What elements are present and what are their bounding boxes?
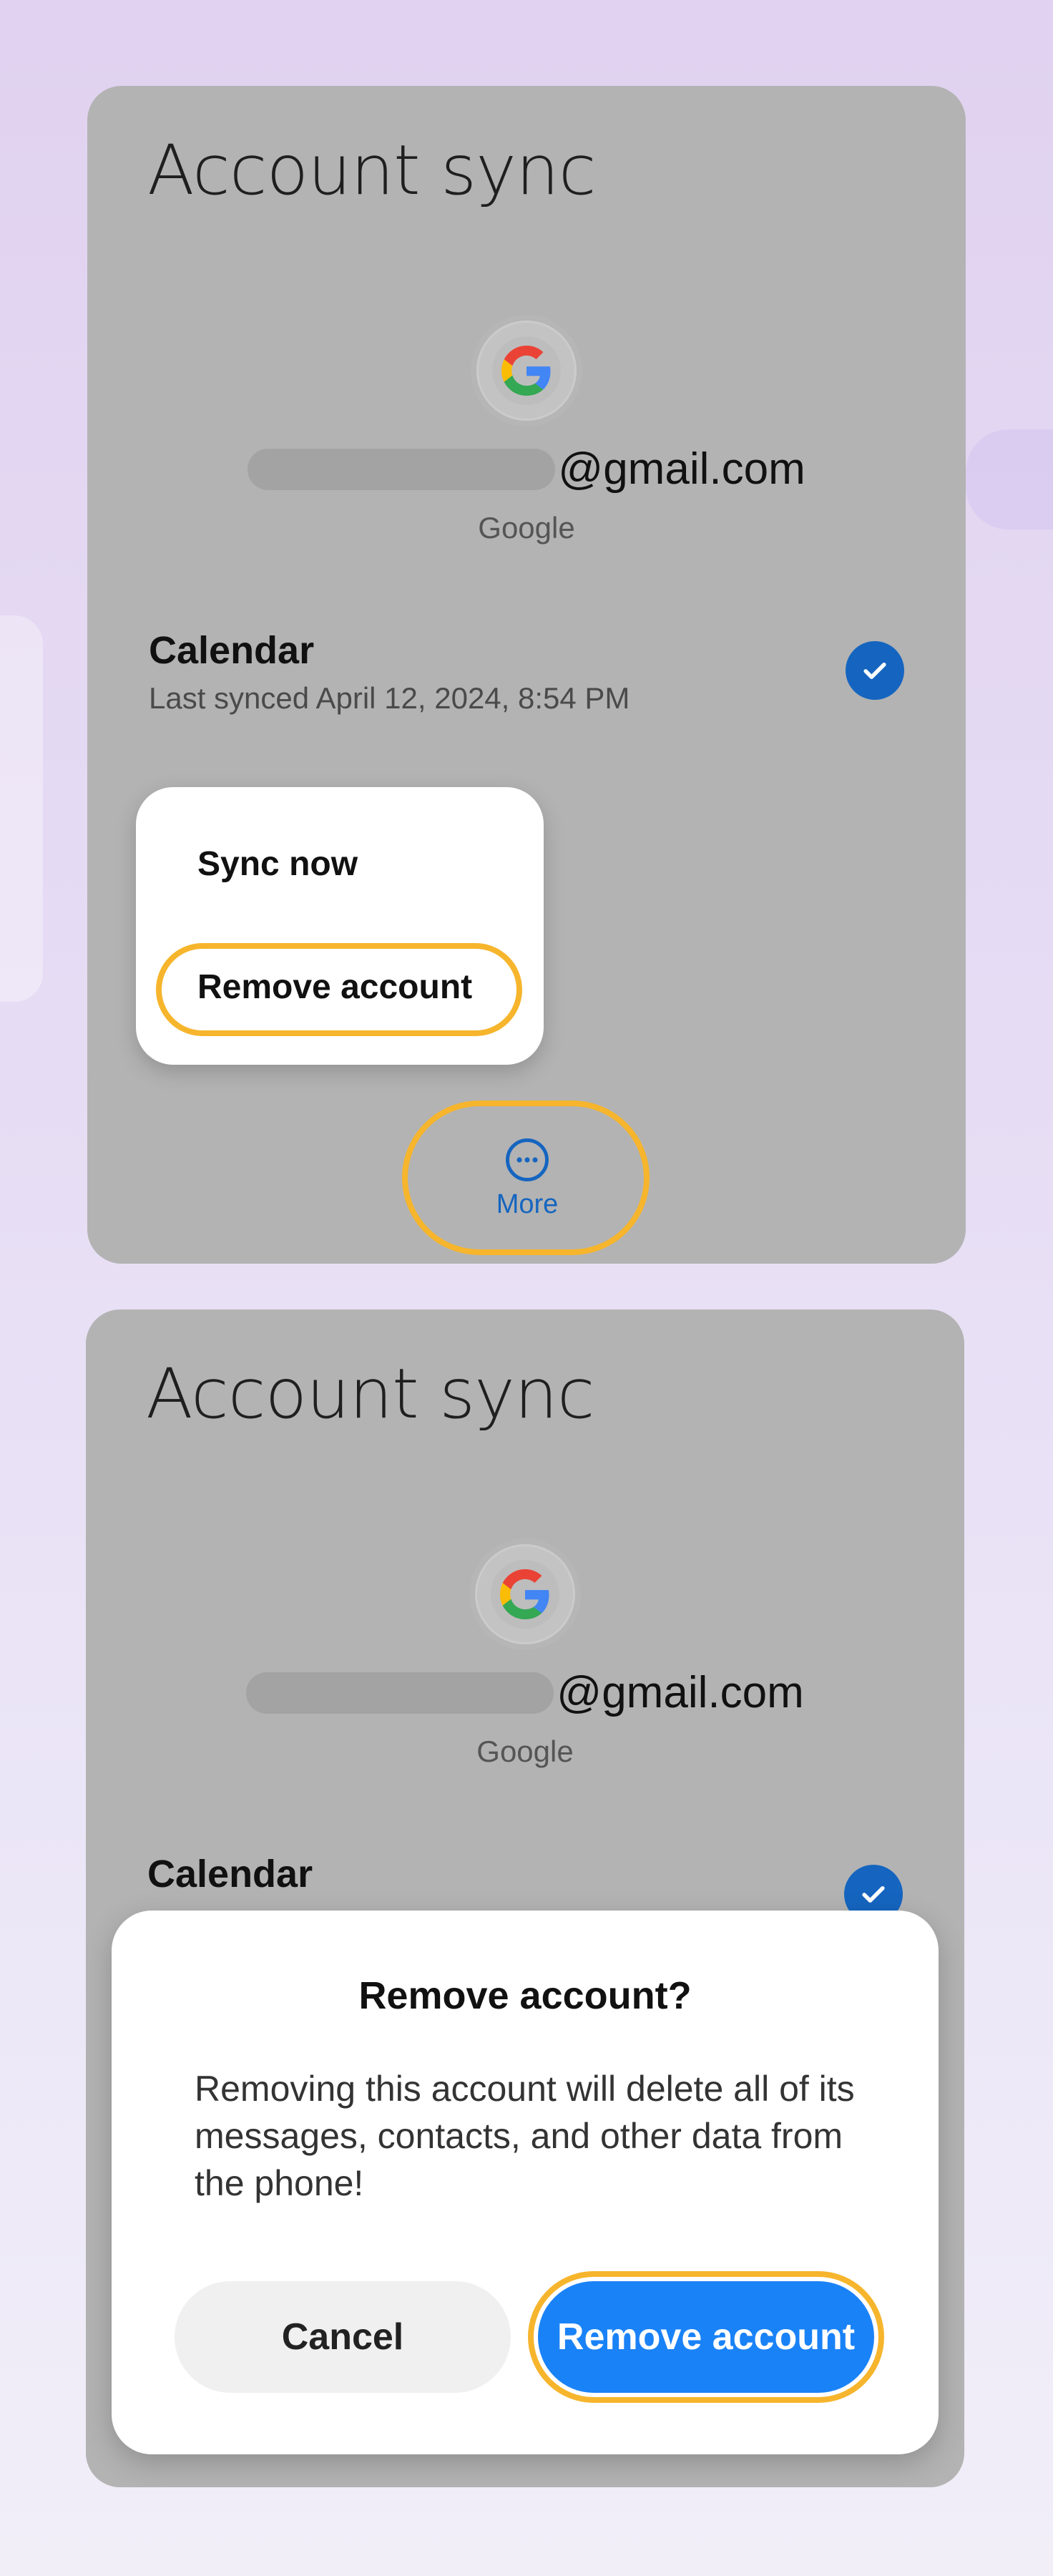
- checkmark-icon: [862, 1886, 885, 1903]
- sync-item-calendar-title: Calendar: [149, 629, 315, 672]
- page-title: Account sync: [147, 130, 597, 210]
- redacted-email-user: [246, 1672, 554, 1714]
- more-button[interactable]: More: [409, 1102, 645, 1254]
- account-sync-screen-menu: Account sync @gmail.com Google Calendar …: [87, 86, 966, 1264]
- account-avatar: [475, 1544, 575, 1644]
- google-logo-icon: [500, 1569, 549, 1619]
- confirm-remove-account-button[interactable]: Remove account: [538, 2281, 874, 2393]
- google-logo-icon: [501, 346, 551, 396]
- email-suffix: @gmail.com: [557, 1668, 804, 1717]
- account-sync-screen-dialog: Account sync @gmail.com Google Calendar …: [86, 1309, 964, 2487]
- background-decoration: [966, 429, 1053, 530]
- cancel-button[interactable]: Cancel: [175, 2281, 511, 2393]
- sync-item-calendar-title: Calendar: [147, 1853, 313, 1896]
- redacted-email-user: [248, 448, 556, 490]
- dialog-title: Remove account?: [358, 1974, 692, 2017]
- background-decoration: [0, 615, 43, 1002]
- account-email: @gmail.com: [87, 444, 966, 494]
- account-provider: Google: [478, 511, 575, 545]
- sync-item-calendar-checkbox[interactable]: [846, 641, 904, 700]
- page-title: Account sync: [146, 1354, 595, 1434]
- remove-account-dialog: Remove account? Removing this account wi…: [112, 1911, 939, 2454]
- email-suffix: @gmail.com: [558, 444, 805, 494]
- account-provider: Google: [476, 1735, 574, 1768]
- menu-item-sync-now[interactable]: Sync now: [197, 844, 358, 884]
- sync-item-calendar-last-synced: Last synced April 12, 2024, 8:54 PM: [149, 681, 630, 715]
- more-dots-icon: [506, 1138, 549, 1181]
- more-button-label: More: [496, 1189, 559, 1219]
- overflow-menu: Sync now Remove account: [136, 787, 544, 1065]
- dialog-message: Removing this account will delete all of…: [195, 2069, 855, 2203]
- menu-item-remove-account[interactable]: Remove account: [197, 967, 472, 1007]
- account-avatar: [476, 321, 577, 421]
- account-email: @gmail.com: [86, 1667, 964, 1718]
- checkmark-icon: [863, 663, 886, 679]
